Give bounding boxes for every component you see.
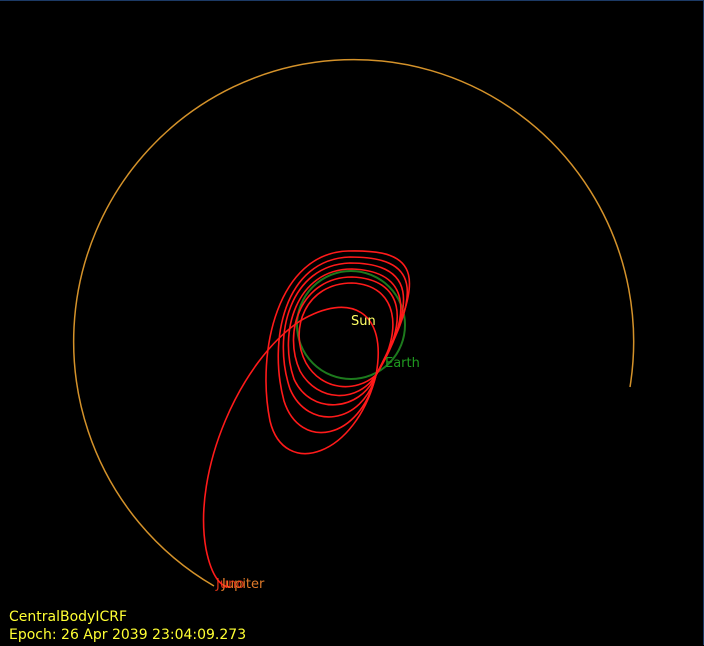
spacecraft-trajectory <box>202 250 411 588</box>
hud-overlay: CentralBodyICRF Epoch: 26 Apr 2039 23:04… <box>9 608 246 644</box>
orbit-scene[interactable]: Sun Earth Jupiter Juno <box>0 1 704 646</box>
earth-label: Earth <box>385 356 420 371</box>
spacecraft-label: Juno <box>215 577 244 592</box>
sun-label: Sun <box>351 314 376 329</box>
epoch-label: Epoch: 26 Apr 2039 23:04:09.273 <box>9 627 247 643</box>
reference-frame-label: CentralBodyICRF <box>9 609 128 625</box>
3d-viewport[interactable]: Sun Earth Jupiter Juno CentralBodyICRF E… <box>0 0 704 645</box>
